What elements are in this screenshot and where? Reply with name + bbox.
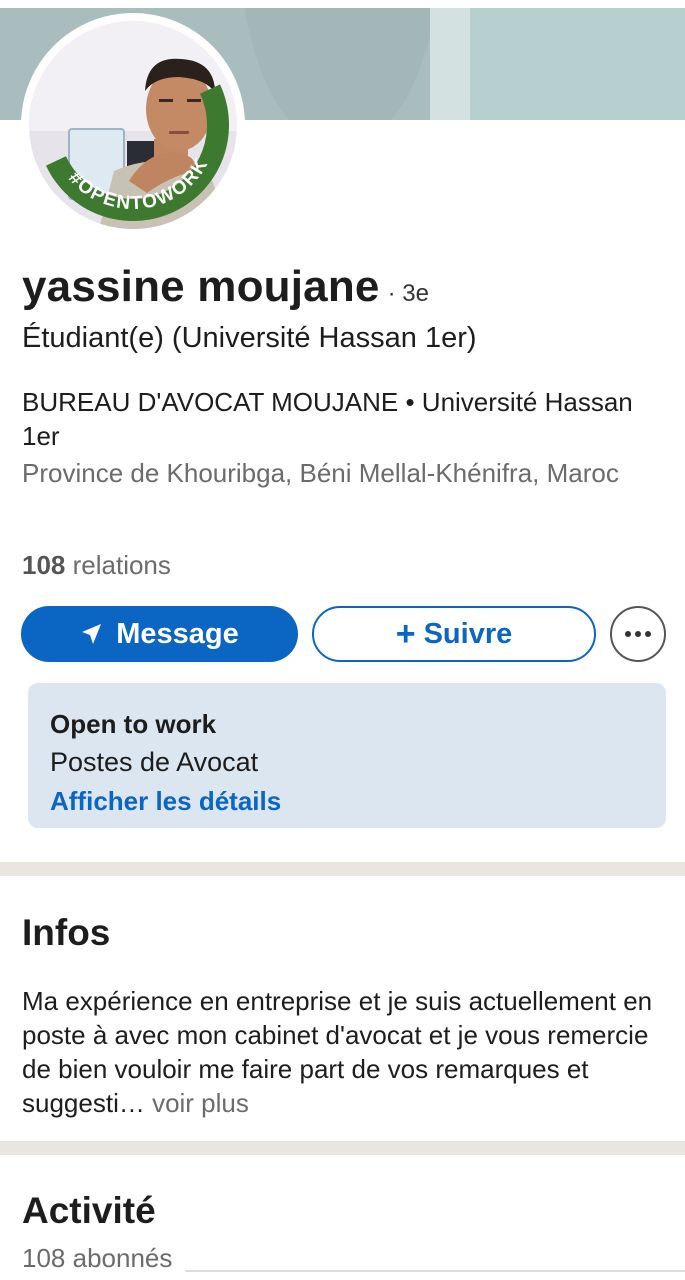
relations-count[interactable]: 108 relations (22, 550, 171, 581)
follow-button[interactable]: + Suivre (312, 606, 596, 662)
open-to-work-card: Open to work Postes de Avocat Afficher l… (28, 683, 666, 828)
message-button-label: Message (116, 617, 239, 650)
relations-label: relations (65, 550, 171, 580)
profile-headline: Étudiant(e) (Université Hassan 1er) (22, 322, 477, 354)
open-to-work-title: Open to work (50, 709, 217, 739)
profile-page: #OPENTOWORK yassine moujane · 3e Étudian… (0, 0, 685, 1280)
send-icon (82, 624, 102, 644)
see-more-link[interactable]: voir plus (145, 1088, 249, 1118)
infos-section-title: Infos (22, 912, 111, 953)
bottom-separator (185, 1270, 685, 1272)
profile-avatar[interactable]: #OPENTOWORK (21, 13, 245, 237)
profile-company-line: BUREAU D'AVOCAT MOUJANE • Université Has… (22, 387, 633, 451)
follow-button-label: Suivre (423, 617, 513, 650)
activity-section-title: Activité (22, 1190, 156, 1231)
followers-count: 108 abonnés (22, 1243, 173, 1273)
open-to-work-frame: #OPENTOWORK (45, 84, 229, 229)
connection-degree: · 3e (387, 280, 429, 307)
profile-location: Province de Khouribga, Béni Mellal-Khéni… (22, 458, 619, 488)
relations-number: 108 (22, 550, 66, 580)
open-to-work-positions: Postes de Avocat (50, 747, 259, 777)
more-options-button[interactable] (610, 606, 666, 662)
message-button[interactable]: Message (21, 606, 298, 662)
infos-body: Ma expérience en entreprise et je suis a… (22, 986, 653, 1118)
plus-icon: + (395, 614, 416, 653)
open-to-work-badge-text: #OPENTOWORK (61, 116, 220, 229)
infos-text: Ma expérience en entreprise et je suis a… (22, 984, 662, 1120)
svg-text:#OPENTOWORK: #OPENTOWORK (61, 116, 220, 229)
section-divider (0, 862, 685, 876)
profile-name: yassine moujane (22, 262, 380, 311)
show-details-link[interactable]: Afficher les détails (50, 786, 281, 817)
name-row: yassine moujane · 3e (22, 262, 429, 312)
more-icon (625, 631, 651, 637)
section-divider (0, 1141, 685, 1155)
